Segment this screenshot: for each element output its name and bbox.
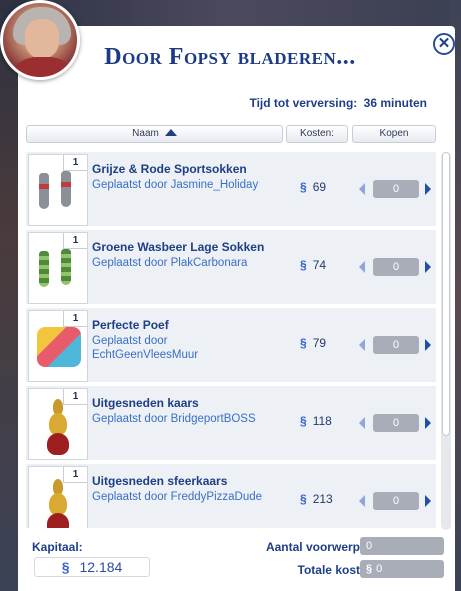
capital-label: Kapitaal:: [32, 540, 83, 554]
simoleon-icon: §: [300, 492, 307, 506]
total-cost-label: Totale kosten:: [297, 563, 378, 577]
list-item[interactable]: 1 Uitgesneden kaars Geplaatst door Bridg…: [26, 386, 436, 460]
total-cost-value: 0: [376, 563, 383, 575]
sort-ascending-icon: [164, 129, 177, 136]
item-thumbnail: 1: [28, 310, 88, 382]
simoleon-icon: §: [61, 559, 70, 575]
quantity-badge: 1: [63, 311, 87, 327]
quantity-input[interactable]: 0: [373, 492, 419, 510]
increase-arrow-icon[interactable]: [425, 339, 431, 351]
item-thumbnail: 1: [28, 388, 88, 460]
quantity-input[interactable]: 0: [373, 258, 419, 276]
pouf-image: [37, 327, 81, 367]
item-name: Uitgesneden kaars: [92, 396, 199, 410]
increase-arrow-icon[interactable]: [425, 261, 431, 273]
item-count-label: Aantal voorwerpen:: [265, 540, 378, 554]
item-price: § 213: [300, 492, 333, 506]
item-author[interactable]: Geplaatst door Jasmine_Holiday: [92, 178, 272, 192]
item-price-value: 69: [312, 180, 327, 194]
increase-arrow-icon[interactable]: [425, 417, 431, 429]
simoleon-icon: §: [366, 563, 373, 575]
total-cost-box: § 0: [360, 560, 444, 578]
avatar-face: [25, 19, 59, 59]
close-icon[interactable]: ✕: [433, 33, 455, 55]
item-price-value: 74: [312, 258, 327, 272]
simoleon-icon: §: [300, 414, 307, 428]
shop-footer: Kapitaal: § 12.184 Aantal voorwerpen: 0 T…: [26, 533, 450, 591]
decrease-arrow-icon[interactable]: [359, 339, 365, 351]
quantity-badge: 1: [63, 467, 87, 483]
quantity-input[interactable]: 0: [373, 180, 419, 198]
quantity-input[interactable]: 0: [373, 336, 419, 354]
refresh-label: Tijd tot verversing:: [249, 96, 358, 110]
item-thumbnail: 1: [28, 466, 88, 528]
dialog-title: Door Fopsy bladeren...: [104, 44, 356, 70]
sock-image: [39, 173, 49, 209]
item-list: 1 Grijze & Rode Sportsokken Geplaatst do…: [26, 152, 438, 528]
item-author[interactable]: Geplaatst door PlakCarbonara: [92, 256, 272, 270]
item-price-value: 79: [312, 336, 327, 350]
item-price-value: 118: [312, 414, 332, 428]
avatar-shirt: [7, 57, 77, 77]
item-price: § 118: [300, 414, 332, 428]
column-header-cost[interactable]: Kosten:: [286, 125, 348, 143]
capital-value: 12.184: [79, 559, 123, 575]
item-count-box: 0: [360, 537, 444, 555]
sock-image: [61, 171, 71, 207]
decrease-arrow-icon[interactable]: [359, 183, 365, 195]
sim-avatar: [0, 0, 80, 80]
list-item[interactable]: 1 Uitgesneden sfeerkaars Geplaatst door …: [26, 464, 436, 528]
quantity-badge: 1: [63, 389, 87, 405]
scrollbar-thumb[interactable]: [442, 152, 450, 436]
item-thumbnail: 1: [28, 232, 88, 304]
item-price-value: 213: [312, 492, 333, 506]
candle-image: [47, 433, 69, 455]
item-name: Groene Wasbeer Lage Sokken: [92, 240, 265, 254]
list-item[interactable]: 1 Grijze & Rode Sportsokken Geplaatst do…: [26, 152, 436, 226]
item-price: § 74: [300, 258, 326, 272]
item-name: Grijze & Rode Sportsokken: [92, 162, 247, 176]
decrease-arrow-icon[interactable]: [359, 495, 365, 507]
increase-arrow-icon[interactable]: [425, 495, 431, 507]
column-header-name-label: Naam: [132, 128, 159, 139]
item-author[interactable]: Geplaatst door FreddyPizzaDude: [92, 490, 272, 504]
decrease-arrow-icon[interactable]: [359, 417, 365, 429]
quantity-input[interactable]: 0: [373, 414, 419, 432]
candle-image: [47, 513, 69, 528]
item-author[interactable]: Geplaatst door BridgeportBOSS: [92, 412, 272, 426]
list-item[interactable]: 1 Groene Wasbeer Lage Sokken Geplaatst d…: [26, 230, 436, 304]
simoleon-icon: §: [300, 258, 307, 272]
item-price: § 79: [300, 336, 326, 350]
item-thumbnail: 1: [28, 154, 88, 226]
candle-image: [49, 413, 67, 435]
quantity-badge: 1: [63, 233, 87, 249]
candle-image: [49, 493, 67, 515]
item-author[interactable]: Geplaatst door EchtGeenVleesMuur: [92, 334, 212, 362]
refresh-timer: Tijd tot verversing: 36 minuten: [249, 96, 427, 110]
decrease-arrow-icon[interactable]: [359, 261, 365, 273]
refresh-value: 36 minuten: [363, 96, 427, 110]
simoleon-icon: §: [300, 180, 307, 194]
column-header-buy[interactable]: Kopen: [352, 125, 436, 143]
item-name: Uitgesneden sfeerkaars: [92, 474, 228, 488]
capital-value-box: § 12.184: [34, 557, 150, 577]
simoleon-icon: §: [300, 336, 307, 350]
sock-image: [61, 249, 71, 285]
quantity-badge: 1: [63, 155, 87, 171]
item-name: Perfecte Poef: [92, 318, 169, 332]
increase-arrow-icon[interactable]: [425, 183, 431, 195]
list-scrollbar[interactable]: [441, 152, 451, 530]
column-header-name[interactable]: Naam: [26, 125, 283, 143]
list-item[interactable]: 1 Perfecte Poef Geplaatst door EchtGeenV…: [26, 308, 436, 382]
sock-image: [39, 251, 49, 287]
item-price: § 69: [300, 180, 326, 194]
